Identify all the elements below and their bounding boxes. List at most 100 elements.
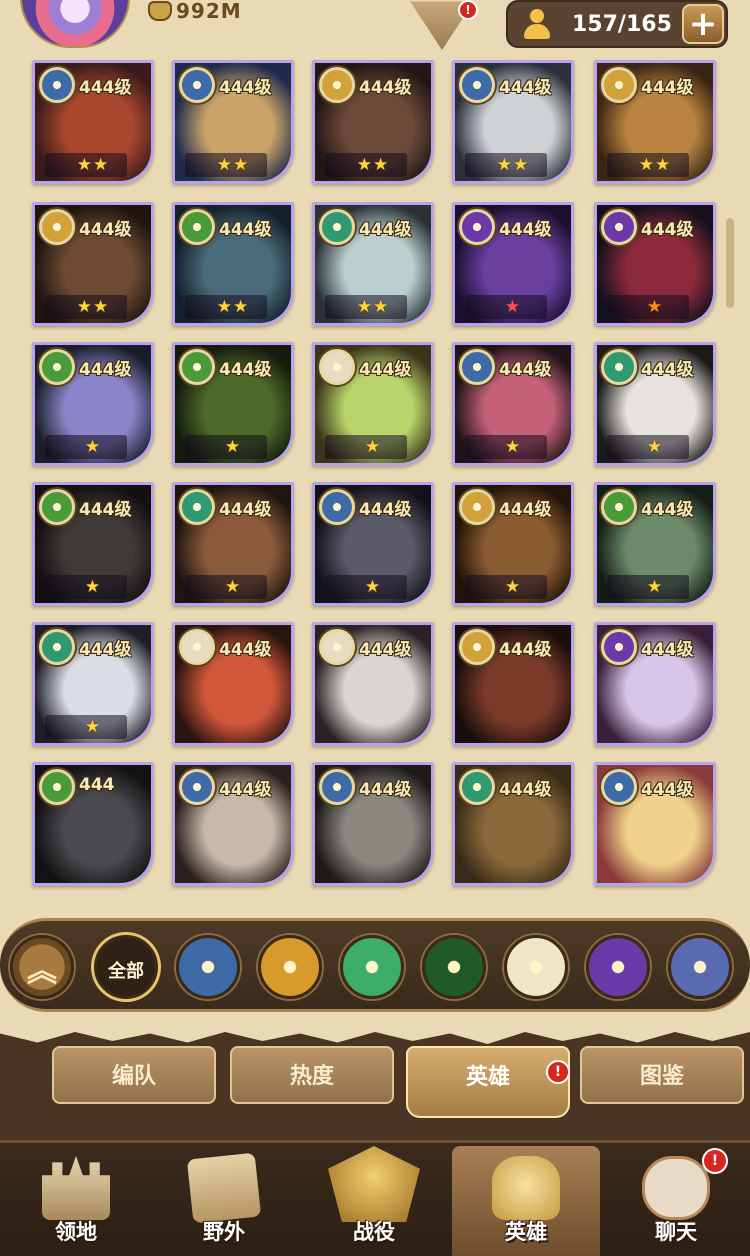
nav-wilds-label: 野外 xyxy=(203,1220,245,1244)
hero-card[interactable]: 444级 ★★ xyxy=(452,60,574,184)
hero-level: 444级 xyxy=(641,220,694,240)
hero-card[interactable]: 444级 ★★ xyxy=(32,60,154,184)
faction-emblem-icon xyxy=(39,349,75,385)
hero-level: 444级 xyxy=(219,640,272,660)
hero-level: 444级 xyxy=(499,78,552,98)
hero-stars: ★ xyxy=(84,437,102,457)
faction-filter-bar: ︽ 全部 xyxy=(0,918,750,1012)
faction-graveborn-filter[interactable] xyxy=(422,935,486,999)
hero-card[interactable]: 444级 ★★ xyxy=(32,202,154,326)
hero-card[interactable]: 444级 xyxy=(452,762,574,886)
hero-grid: 444级 ★★ 444级 ★★ 444级 ★★ 444级 ★★ 444级 ★★ 444级 ★★ 444级… xyxy=(32,60,722,890)
top-status-bar: 992M ! 157/165 + xyxy=(0,0,750,50)
hero-level: 444级 xyxy=(641,500,694,520)
faction-hypogean-filter[interactable] xyxy=(586,935,650,999)
hero-card[interactable]: 444级 ★ xyxy=(172,342,294,466)
faction-emblem-icon xyxy=(179,349,215,385)
hero-level: 444级 xyxy=(79,220,132,240)
collapse-filter-button[interactable]: ︽ xyxy=(10,935,74,999)
hero-level: 444级 xyxy=(641,640,694,660)
hero-level: 444级 xyxy=(499,640,552,660)
faction-emblem-icon xyxy=(319,769,355,805)
nav-wilds[interactable]: 野外 xyxy=(164,1146,284,1256)
chat-bubble-icon xyxy=(642,1156,710,1220)
nav-campaign[interactable]: 战役 xyxy=(314,1146,434,1256)
tab-popularity[interactable]: 热度 xyxy=(230,1046,394,1104)
hero-card[interactable]: 444级 xyxy=(594,762,716,886)
hero-card[interactable]: 444级 xyxy=(594,622,716,746)
hero-card[interactable]: 444级 ★ xyxy=(32,342,154,466)
hero-level: 444级 xyxy=(359,360,412,380)
hero-level: 444级 xyxy=(641,360,694,380)
hero-level: 444级 xyxy=(499,220,552,240)
hero-card[interactable]: 444级 ★ xyxy=(452,342,574,466)
hero-card[interactable]: 444级 ★★ xyxy=(172,202,294,326)
hero-card[interactable]: 444 xyxy=(32,762,154,886)
hero-stars: ★ xyxy=(364,577,382,597)
tab-heroes[interactable]: 英雄 xyxy=(406,1046,570,1118)
hero-card[interactable]: 444级 xyxy=(172,622,294,746)
nav-chat-label: 聊天 xyxy=(655,1220,697,1244)
hero-card[interactable]: 444级 xyxy=(312,622,434,746)
fist-icon xyxy=(148,1,172,21)
hero-level: 444级 xyxy=(641,78,694,98)
hero-card[interactable]: 444级 xyxy=(312,762,434,886)
hero-stars: ★ xyxy=(224,437,242,457)
hero-level: 444级 xyxy=(79,78,132,98)
faction-emblem-icon xyxy=(319,629,355,665)
hero-card[interactable]: 444级 xyxy=(452,622,574,746)
faction-dimensional-filter[interactable] xyxy=(668,935,732,999)
hero-card[interactable]: 444级 ★★ xyxy=(172,60,294,184)
hero-stars: ★ xyxy=(504,577,522,597)
hero-level: 444 xyxy=(79,775,115,795)
add-capacity-button[interactable]: + xyxy=(682,4,724,44)
hero-card[interactable]: 444级 ★★ xyxy=(312,202,434,326)
tab-codex[interactable]: 图鉴 xyxy=(580,1046,744,1104)
hero-card[interactable]: 444级 ★ xyxy=(594,342,716,466)
hero-card[interactable]: 444级 ★★ xyxy=(312,60,434,184)
hero-card[interactable]: 444级 ★ xyxy=(312,482,434,606)
hero-card[interactable]: 444级 ★ xyxy=(32,482,154,606)
hero-stars: ★★ xyxy=(76,297,110,317)
player-avatar[interactable] xyxy=(20,0,130,48)
faction-emblem-icon xyxy=(179,489,215,525)
faction-emblem-icon xyxy=(319,349,355,385)
faction-lightbearer-filter[interactable] xyxy=(176,935,240,999)
tab-formation[interactable]: 编队 xyxy=(52,1046,216,1104)
hero-card[interactable]: 444级 ★ xyxy=(594,482,716,606)
faction-emblem-icon xyxy=(601,769,637,805)
faction-celestial-filter[interactable] xyxy=(504,935,568,999)
faction-emblem-icon xyxy=(319,489,355,525)
faction-mauler-filter[interactable] xyxy=(258,935,322,999)
map-scroll-icon xyxy=(186,1152,262,1224)
hero-card[interactable]: 444级 ★ xyxy=(32,622,154,746)
hero-card[interactable]: 444级 xyxy=(172,762,294,886)
scrollbar-thumb[interactable] xyxy=(726,218,734,308)
hero-card[interactable]: 444级 ★ xyxy=(594,202,716,326)
hero-card[interactable]: 444级 ★ xyxy=(452,482,574,606)
hero-level: 444级 xyxy=(79,360,132,380)
hero-card[interactable]: 444级 ★ xyxy=(452,202,574,326)
faction-emblem-icon xyxy=(39,67,75,103)
nav-campaign-label: 战役 xyxy=(353,1220,395,1244)
filter-all-button[interactable]: 全部 xyxy=(94,935,158,999)
hero-capacity-panel: 157/165 + xyxy=(506,0,728,48)
faction-emblem-icon xyxy=(459,349,495,385)
hero-stars: ★ xyxy=(504,297,522,317)
hero-card[interactable]: 444级 ★★ xyxy=(594,60,716,184)
hero-level: 444级 xyxy=(219,360,272,380)
castle-icon xyxy=(42,1156,110,1220)
faction-emblem-icon xyxy=(39,629,75,665)
hero-stars: ★ xyxy=(84,577,102,597)
faction-wilder-filter[interactable] xyxy=(340,935,404,999)
hero-card[interactable]: 444级 ★ xyxy=(172,482,294,606)
nav-heroes-label: 英雄 xyxy=(505,1220,547,1244)
faction-emblem-icon xyxy=(39,209,75,245)
nav-territory[interactable]: 领地 xyxy=(16,1146,136,1256)
faction-emblem-icon xyxy=(179,67,215,103)
nav-heroes[interactable]: 英雄 xyxy=(452,1146,600,1256)
hero-card[interactable]: 444级 ★ xyxy=(312,342,434,466)
hero-stars: ★★ xyxy=(356,155,390,175)
hero-level: 444级 xyxy=(359,640,412,660)
hero-level: 444级 xyxy=(499,360,552,380)
